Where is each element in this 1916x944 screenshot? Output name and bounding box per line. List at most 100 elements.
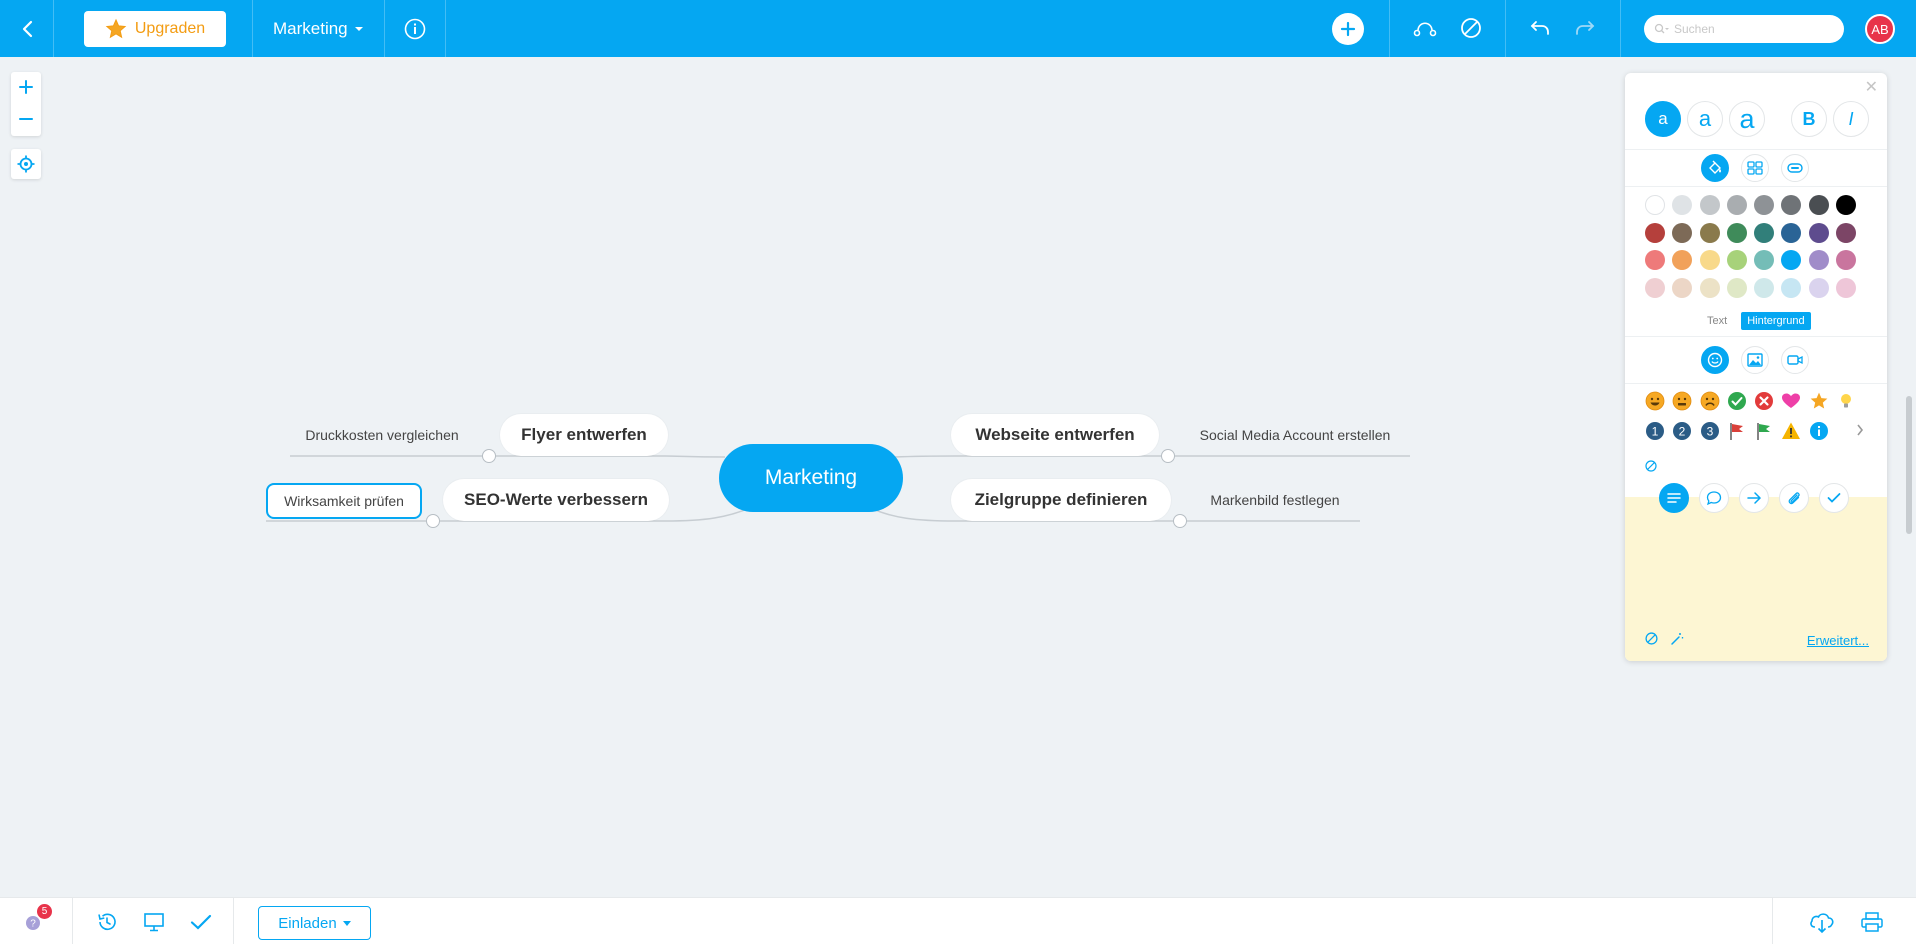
tab-icons[interactable] bbox=[1701, 346, 1729, 374]
mindmap-root-node[interactable]: Marketing bbox=[719, 444, 903, 512]
color-swatch[interactable] bbox=[1836, 222, 1857, 243]
add-node-button[interactable] bbox=[1332, 13, 1364, 45]
color-swatch[interactable] bbox=[1645, 277, 1665, 298]
mindmap-node-druckkosten[interactable]: Druckkosten vergleichen bbox=[296, 424, 468, 446]
color-swatch[interactable] bbox=[1781, 195, 1802, 215]
vertical-scrollbar[interactable] bbox=[1906, 396, 1912, 534]
color-swatch[interactable] bbox=[1645, 195, 1665, 215]
mindmap-node-markenbild[interactable]: Markenbild festlegen bbox=[1196, 489, 1354, 511]
mindmap-node-flyer[interactable]: Flyer entwerfen bbox=[500, 414, 668, 456]
collapse-toggle[interactable] bbox=[482, 449, 496, 463]
magic-format-button[interactable] bbox=[1670, 632, 1684, 651]
warning-icon[interactable] bbox=[1781, 421, 1801, 441]
number-2-icon[interactable]: 2 bbox=[1672, 421, 1692, 441]
invite-button[interactable]: Einladen bbox=[258, 906, 371, 940]
color-swatch[interactable] bbox=[1645, 250, 1665, 270]
mindmap-node-zielgruppe[interactable]: Zielgruppe definieren bbox=[951, 479, 1171, 521]
undo-button[interactable] bbox=[1526, 14, 1554, 42]
note-advanced-link[interactable]: Erweitert... bbox=[1807, 633, 1869, 648]
tab-link[interactable] bbox=[1739, 483, 1769, 513]
mindmap-node-wirksamkeit-selected[interactable]: Wirksamkeit prüfen bbox=[266, 483, 422, 519]
number-3-icon[interactable]: 3 bbox=[1700, 421, 1720, 441]
heart-icon[interactable] bbox=[1781, 391, 1801, 411]
tab-image[interactable] bbox=[1741, 346, 1769, 374]
tab-node-style[interactable] bbox=[1701, 154, 1729, 182]
color-swatch[interactable] bbox=[1672, 277, 1693, 298]
user-avatar[interactable]: AB bbox=[1865, 14, 1895, 44]
color-target-background[interactable]: Hintergrund bbox=[1741, 312, 1811, 330]
color-swatch[interactable] bbox=[1672, 222, 1693, 243]
color-swatch[interactable] bbox=[1808, 277, 1829, 298]
search-input[interactable] bbox=[1674, 22, 1824, 36]
tab-notes[interactable] bbox=[1659, 483, 1689, 513]
smiley-neutral-icon[interactable] bbox=[1672, 391, 1692, 411]
color-swatch[interactable] bbox=[1781, 222, 1802, 243]
color-swatch[interactable] bbox=[1699, 277, 1720, 298]
color-swatch[interactable] bbox=[1808, 195, 1829, 215]
color-swatch[interactable] bbox=[1726, 277, 1747, 298]
color-swatch[interactable] bbox=[1754, 222, 1775, 243]
color-swatch[interactable] bbox=[1645, 222, 1665, 243]
color-swatch[interactable] bbox=[1781, 277, 1802, 298]
clear-style-button[interactable] bbox=[1457, 14, 1485, 42]
tab-task[interactable] bbox=[1819, 483, 1849, 513]
color-swatch[interactable] bbox=[1726, 250, 1747, 270]
color-swatch[interactable] bbox=[1836, 250, 1857, 270]
history-button[interactable] bbox=[95, 910, 119, 934]
flag-green-icon[interactable] bbox=[1754, 421, 1774, 441]
print-button[interactable] bbox=[1860, 910, 1884, 934]
color-swatch[interactable] bbox=[1699, 222, 1720, 243]
font-size-medium-button[interactable]: a bbox=[1687, 101, 1723, 137]
presentation-button[interactable] bbox=[142, 910, 166, 934]
color-swatch[interactable] bbox=[1808, 222, 1829, 243]
color-swatch[interactable] bbox=[1754, 277, 1775, 298]
number-1-icon[interactable]: 1 bbox=[1645, 421, 1665, 441]
color-swatch[interactable] bbox=[1781, 250, 1802, 270]
smiley-sad-icon[interactable] bbox=[1700, 391, 1720, 411]
close-panel-button[interactable]: ✕ bbox=[1865, 77, 1878, 97]
cross-red-icon[interactable] bbox=[1754, 391, 1774, 411]
info-icon[interactable] bbox=[1809, 421, 1829, 441]
collapse-toggle[interactable] bbox=[1161, 449, 1175, 463]
collapse-toggle[interactable] bbox=[426, 514, 440, 528]
mindmap-node-webseite[interactable]: Webseite entwerfen bbox=[951, 414, 1159, 456]
redo-button[interactable] bbox=[1571, 14, 1599, 42]
bold-button[interactable]: B bbox=[1791, 101, 1827, 137]
clear-icons-button[interactable] bbox=[1645, 459, 1657, 477]
color-swatch[interactable] bbox=[1699, 195, 1720, 215]
color-swatch[interactable] bbox=[1699, 250, 1720, 270]
check-green-icon[interactable] bbox=[1727, 391, 1747, 411]
document-title-dropdown[interactable]: Marketing bbox=[253, 0, 384, 57]
tab-shape[interactable] bbox=[1781, 154, 1809, 182]
mindmap-node-seo[interactable]: SEO-Werte verbessern bbox=[443, 479, 669, 521]
flag-red-icon[interactable] bbox=[1727, 421, 1747, 441]
smiley-happy-icon[interactable] bbox=[1645, 391, 1665, 411]
collapse-toggle[interactable] bbox=[1173, 514, 1187, 528]
color-swatch[interactable] bbox=[1836, 277, 1857, 298]
color-swatch[interactable] bbox=[1672, 195, 1693, 215]
font-size-small-button[interactable]: a bbox=[1645, 101, 1681, 137]
color-swatch[interactable] bbox=[1808, 250, 1829, 270]
star-icon[interactable] bbox=[1809, 391, 1829, 411]
color-swatch[interactable] bbox=[1726, 195, 1747, 215]
relation-button[interactable] bbox=[1411, 14, 1439, 42]
font-size-large-button[interactable]: a bbox=[1729, 101, 1765, 137]
mindmap-node-social-media[interactable]: Social Media Account erstellen bbox=[1186, 424, 1404, 446]
more-icons-button[interactable] bbox=[1853, 420, 1867, 440]
tab-layout[interactable] bbox=[1741, 154, 1769, 182]
color-swatch[interactable] bbox=[1726, 222, 1747, 243]
tab-comments[interactable] bbox=[1699, 483, 1729, 513]
color-target-text[interactable]: Text bbox=[1703, 313, 1731, 329]
bulb-icon[interactable] bbox=[1836, 391, 1856, 411]
back-button[interactable] bbox=[0, 0, 54, 57]
tab-video[interactable] bbox=[1781, 346, 1809, 374]
info-button[interactable] bbox=[385, 0, 445, 57]
color-swatch[interactable] bbox=[1754, 250, 1775, 270]
search-box[interactable] bbox=[1644, 15, 1844, 43]
export-button[interactable] bbox=[1808, 910, 1836, 934]
color-swatch[interactable] bbox=[1836, 195, 1857, 215]
color-swatch[interactable] bbox=[1754, 195, 1775, 215]
tasks-button[interactable] bbox=[189, 910, 213, 934]
color-swatch[interactable] bbox=[1672, 250, 1693, 270]
italic-button[interactable]: I bbox=[1833, 101, 1869, 137]
